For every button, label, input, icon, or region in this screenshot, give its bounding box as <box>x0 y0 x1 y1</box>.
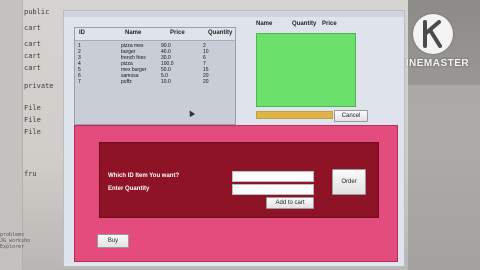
cell-name: puffz <box>121 79 132 85</box>
buy-button[interactable]: Buy <box>97 234 129 248</box>
watermark-text: KINEMASTER <box>398 58 470 69</box>
mouse-cursor-icon <box>186 108 196 118</box>
shop-app-window: ID Name Price Quantity 1 pizza mex 90.0 … <box>64 11 404 266</box>
code-line: cart <box>24 40 41 48</box>
ide-gutter <box>0 0 23 270</box>
cart-column-price[interactable]: Price <box>322 21 337 27</box>
cell-quantity: 20 <box>203 79 209 85</box>
order-form: Which ID Item You want? Enter Quantity O… <box>99 142 379 218</box>
cart-column-name[interactable]: Name <box>256 21 272 27</box>
kinemaster-watermark: KINEMASTER <box>398 14 470 84</box>
column-header-quantity[interactable]: Quantity <box>208 30 232 36</box>
code-line: File <box>24 104 41 112</box>
progress-fill <box>257 112 332 118</box>
ide-bottom-panel: problems JG_worksho Explorer <box>0 232 60 250</box>
item-id-input[interactable] <box>232 171 314 182</box>
cell-price: 10.0 <box>161 79 171 85</box>
code-line: File <box>24 116 41 124</box>
order-panel: Which ID Item You want? Enter Quantity O… <box>74 125 398 262</box>
quantity-label: Enter Quantity <box>108 186 150 192</box>
ide-right-bar <box>408 85 480 270</box>
code-line: cart <box>24 24 41 32</box>
code-line: fru <box>24 170 37 178</box>
code-line: public <box>24 8 50 16</box>
column-header-name[interactable]: Name <box>125 30 141 36</box>
product-table[interactable]: ID Name Price Quantity 1 pizza mex 90.0 … <box>74 27 236 125</box>
add-to-cart-button[interactable]: Add to cart <box>266 197 314 209</box>
quantity-input[interactable] <box>232 184 314 195</box>
code-line: cart <box>24 52 41 60</box>
code-line: cart <box>24 64 41 72</box>
cell-id: 7 <box>78 79 81 85</box>
item-id-label: Which ID Item You want? <box>108 173 180 179</box>
kinemaster-logo-icon <box>413 14 453 54</box>
window-top-strip <box>64 11 404 17</box>
cart-column-quantity[interactable]: Quantity <box>292 21 316 27</box>
code-line: private <box>24 82 54 90</box>
ide-bottom-text: Explorer <box>0 244 25 250</box>
code-line: File <box>24 128 41 136</box>
column-header-id[interactable]: ID <box>79 30 85 36</box>
progress-bar <box>256 111 333 119</box>
product-table-header: ID Name Price Quantity <box>75 28 235 41</box>
cart-table-header: Name Quantity Price <box>254 20 394 30</box>
k-letter-icon <box>423 20 442 48</box>
column-header-price[interactable]: Price <box>170 30 185 36</box>
table-row[interactable]: 7 puffz 10.0 20 <box>75 79 235 85</box>
cancel-button[interactable]: Cancel <box>334 110 368 122</box>
order-button[interactable]: Order <box>332 169 366 195</box>
cart-table[interactable] <box>256 33 356 107</box>
